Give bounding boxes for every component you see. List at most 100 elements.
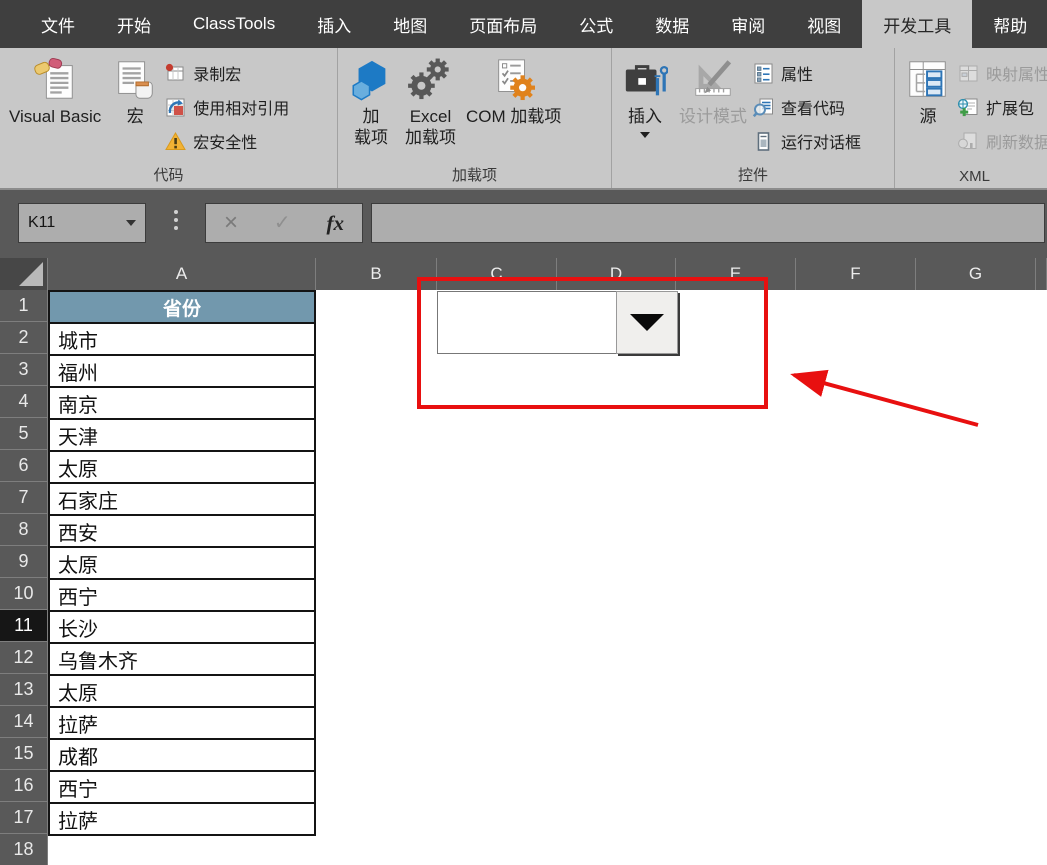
insert-control-button[interactable]: 插入	[616, 51, 674, 141]
source-button[interactable]: 源	[899, 51, 957, 130]
row-header-6[interactable]: 6	[0, 450, 48, 482]
row-header-3[interactable]: 3	[0, 354, 48, 386]
formula-bar-buttons: × ✓ fx	[205, 203, 363, 243]
select-all-corner[interactable]	[0, 258, 48, 290]
refresh-data-button[interactable]: 刷新数据	[957, 124, 1047, 158]
row-header-16[interactable]: 16	[0, 770, 48, 802]
cell-A10[interactable]: 西宁	[48, 578, 316, 612]
cell-A9[interactable]: 太原	[48, 546, 316, 580]
use-relative-references-label: 使用相对引用	[193, 101, 290, 118]
excel-add-ins-button[interactable]: Excel 加载项	[400, 51, 461, 151]
ribbon-group-title-code: 代码	[153, 167, 184, 184]
column-header-A[interactable]: A	[48, 258, 316, 290]
tab-page-layout[interactable]: 页面布局	[448, 0, 558, 48]
cell-A17[interactable]: 拉萨	[48, 802, 316, 836]
properties-icon	[752, 62, 775, 85]
row-header-5[interactable]: 5	[0, 418, 48, 450]
refresh-data-icon	[957, 130, 980, 153]
com-addins-icon	[490, 54, 538, 106]
map-properties-button[interactable]: 映射属性	[957, 56, 1047, 90]
tab-view[interactable]: 视图	[786, 0, 862, 48]
cell-A16[interactable]: 西宁	[48, 770, 316, 804]
macros-button[interactable]: 宏	[106, 51, 164, 130]
addins-icon	[347, 54, 395, 106]
ribbon-group-title-add-ins: 加载项	[451, 167, 497, 184]
row-header-8[interactable]: 8	[0, 514, 48, 546]
view-code-button[interactable]: 查看代码	[752, 90, 861, 124]
row-header-9[interactable]: 9	[0, 546, 48, 578]
ribbon-group-code: Visual Basic 宏 录制宏使用相对引用宏安全性代码	[0, 48, 338, 188]
use-relative-references-button[interactable]: 使用相对引用	[164, 90, 289, 124]
row-header-12[interactable]: 12	[0, 642, 48, 674]
cell-A7[interactable]: 石家庄	[48, 482, 316, 516]
column-header-E[interactable]: E	[676, 258, 796, 290]
tab-review[interactable]: 审阅	[710, 0, 786, 48]
record-macro-button[interactable]: 录制宏	[164, 56, 289, 90]
visual-basic-button[interactable]: Visual Basic	[4, 51, 106, 130]
ribbon-group-add-ins: 加载项 Excel 加载项 COM 加载项加载项	[338, 48, 612, 188]
row-header-15[interactable]: 15	[0, 738, 48, 770]
xml-source-icon	[904, 54, 952, 106]
tab-help[interactable]: 帮助	[972, 0, 1047, 48]
cell-A4[interactable]: 南京	[48, 386, 316, 420]
combobox-dropdown-button[interactable]	[616, 291, 678, 354]
relative-ref-icon	[164, 96, 187, 119]
macro-security-button[interactable]: 宏安全性	[164, 124, 289, 158]
design-mode-button[interactable]: 设计模式	[674, 51, 752, 130]
column-header-F[interactable]: F	[796, 258, 916, 290]
tab-developer[interactable]: 开发工具	[862, 0, 973, 48]
row-header-14[interactable]: 14	[0, 706, 48, 738]
tab-home[interactable]: 开始	[96, 0, 172, 48]
row-header-13[interactable]: 13	[0, 674, 48, 706]
column-header-G[interactable]: G	[916, 258, 1036, 290]
row-header-17[interactable]: 17	[0, 802, 48, 834]
row-header-1[interactable]: 1	[0, 290, 48, 322]
formula-bar-separator-dots	[174, 210, 178, 230]
cancel-icon[interactable]: ×	[224, 211, 238, 235]
row-header-7[interactable]: 7	[0, 482, 48, 514]
tab-insert[interactable]: 插入	[296, 0, 372, 48]
cell-A11[interactable]: 长沙	[48, 610, 316, 644]
expansion-packs-button[interactable]: 扩展包	[957, 90, 1047, 124]
formula-input[interactable]	[371, 203, 1045, 243]
tab-file[interactable]: 文件	[20, 0, 96, 48]
run-dialog-icon	[752, 130, 775, 153]
cell-A12[interactable]: 乌鲁木齐	[48, 642, 316, 676]
row-header-18[interactable]: 18	[0, 834, 48, 865]
combobox-control[interactable]	[437, 291, 678, 354]
name-box-dropdown-icon[interactable]	[126, 220, 136, 226]
ribbon-group-xml: 源 映射属性 扩展包 刷新数据 XML	[895, 48, 1047, 188]
row-header-2[interactable]: 2	[0, 322, 48, 354]
insert-function-icon[interactable]: fx	[327, 212, 345, 234]
tab-formulas[interactable]: 公式	[558, 0, 634, 48]
add-ins-label: 加载项	[354, 107, 388, 147]
row-header-10[interactable]: 10	[0, 578, 48, 610]
cell-A15[interactable]: 成都	[48, 738, 316, 772]
name-box[interactable]: K11	[18, 203, 146, 243]
cell-A14[interactable]: 拉萨	[48, 706, 316, 740]
enter-icon[interactable]: ✓	[274, 213, 291, 233]
cell-A3[interactable]: 福州	[48, 354, 316, 388]
tab-data[interactable]: 数据	[634, 0, 710, 48]
cell-A8[interactable]: 西安	[48, 514, 316, 548]
cell-A1-table-header[interactable]: 省份	[48, 290, 316, 324]
run-dialog-button[interactable]: 运行对话框	[752, 124, 861, 158]
column-header-C[interactable]: C	[437, 258, 557, 290]
row-header-4[interactable]: 4	[0, 386, 48, 418]
add-ins-button[interactable]: 加载项	[342, 51, 400, 151]
column-header-partial[interactable]	[1036, 258, 1047, 290]
tab-classtools[interactable]: ClassTools	[172, 0, 296, 48]
cell-A2[interactable]: 城市	[48, 322, 316, 356]
rows-area: 1 2 3 4 5 6 7 8 9 10 11 12 13 14 15 16 17 18 省份 城市 福州 南京 天津 太原石…	[0, 290, 1047, 865]
row-header-11[interactable]: 11	[0, 610, 48, 642]
properties-button[interactable]: 属性	[752, 56, 861, 90]
cell-A5[interactable]: 天津	[48, 418, 316, 452]
visual-basic-icon	[31, 54, 79, 106]
cell-A6[interactable]: 太原	[48, 450, 316, 484]
chevron-down-icon[interactable]	[640, 132, 650, 138]
cell-A13[interactable]: 太原	[48, 674, 316, 708]
tab-map[interactable]: 地图	[372, 0, 448, 48]
com-add-ins-button[interactable]: COM 加载项	[461, 51, 566, 130]
column-header-D[interactable]: D	[557, 258, 676, 290]
column-header-B[interactable]: B	[316, 258, 437, 290]
